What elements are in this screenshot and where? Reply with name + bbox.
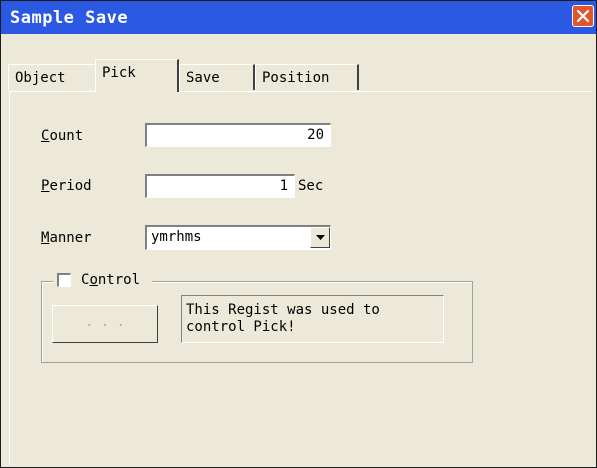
count-field[interactable]: 20 (145, 123, 331, 147)
browse-button[interactable]: . . . (52, 305, 158, 343)
tab-save[interactable]: Save (179, 64, 255, 90)
close-button[interactable] (572, 5, 594, 27)
control-label-rest: ntrol (97, 272, 141, 288)
close-icon (576, 9, 590, 23)
period-label: Period (41, 178, 92, 194)
manner-dropdown-button[interactable] (310, 227, 330, 248)
count-label: Count (41, 128, 83, 144)
period-field[interactable]: 1 (145, 174, 295, 198)
control-checkbox[interactable] (57, 273, 71, 287)
info-text: This Regist was used to control Pick! (181, 295, 444, 343)
dropdown-arrow-icon (316, 235, 325, 240)
control-label-hotkey: o (89, 272, 98, 288)
count-label-rest: ount (49, 128, 84, 144)
tab-pick[interactable]: Pick (95, 59, 179, 92)
window-title: Sample Save (10, 8, 129, 28)
manner-label: Manner (41, 230, 92, 246)
tab-object[interactable]: Object (8, 64, 97, 90)
manner-select[interactable]: ymrhms (145, 225, 331, 250)
tab-position[interactable]: Position (255, 64, 359, 90)
period-label-rest: eriod (49, 178, 92, 194)
period-unit: Sec (298, 178, 324, 194)
manner-value: ymrhms (151, 229, 202, 245)
titlebar[interactable]: Sample Save (1, 1, 596, 34)
manner-label-rest: anner (49, 230, 92, 246)
dialog-window: Sample Save Object Pick Save Position Co… (0, 0, 597, 468)
control-label: Control (81, 272, 140, 288)
